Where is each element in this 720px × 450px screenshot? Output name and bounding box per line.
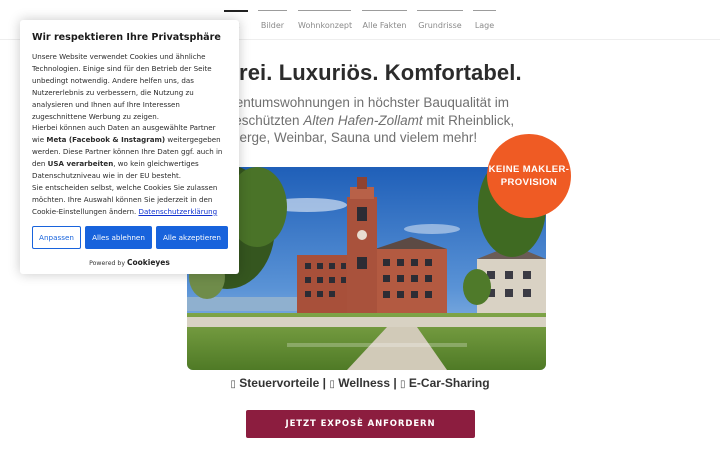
cookie-body: Unsere Website verwendet Cookies und ähn… xyxy=(32,51,227,218)
cookie-bold-text: Meta (Facebook & Instagram) xyxy=(46,135,166,145)
hero-subtext: e Eigentumswohnungen in höchster Bauqual… xyxy=(205,94,535,147)
cookie-paragraph: Unsere Website verwendet Cookies und ähn… xyxy=(32,52,212,121)
hero-subtext-segment: mit Rheinblick, xyxy=(422,112,515,128)
nav-tab-alle-fakten[interactable]: Alle Fakten xyxy=(362,10,407,34)
wellness-icon: ▯ xyxy=(329,379,335,390)
car-icon: ▯ xyxy=(400,379,406,390)
powered-by-label: Powered by xyxy=(89,260,125,267)
features-line: ▯ Steuervorteile | ▯ Wellness | ▯ E-Car-… xyxy=(0,376,720,390)
nav-tab-bilder[interactable]: Bilder xyxy=(258,10,287,34)
nav-tab-label: Bilder xyxy=(260,21,285,30)
cookie-bold-text: USA verarbeiten xyxy=(47,159,114,169)
nav-tab-label: Alle Fakten xyxy=(362,21,407,30)
no-commission-badge: KEINE MAKLER- PROVISION xyxy=(487,134,571,218)
accept-all-button[interactable]: Alle akzeptieren xyxy=(156,226,228,249)
hero-subtext-line: Concierge, Weinbar, Sauna und vielem meh… xyxy=(205,130,478,145)
nav-tab-wohnkonzept[interactable]: Wohnkonzept xyxy=(298,10,353,34)
nav-tab-label: Lage xyxy=(474,21,495,30)
hero-subtext-line: malgeschützten Alten Hafen-Zollamt mit R… xyxy=(205,112,535,130)
nav-tab-lage[interactable]: Lage xyxy=(473,10,496,34)
hero-subtext-emphasis: Alten Hafen-Zollamt xyxy=(303,112,423,128)
feature-separator: | xyxy=(319,376,330,390)
hero-subtext-line: e Eigentumswohnungen in höchster Bauqual… xyxy=(205,95,509,110)
badge-line: KEINE MAKLER- xyxy=(488,164,570,175)
cookie-title: Wir respektieren Ihre Privatsphäre xyxy=(32,32,221,43)
request-expose-button[interactable]: JETZT EXPOSÈ ANFORDERN xyxy=(246,410,475,438)
tax-icon: ▯ xyxy=(230,379,236,390)
powered-by: Powered by Cookieyes xyxy=(20,258,239,267)
customize-button[interactable]: Anpassen xyxy=(32,226,81,249)
cookieyes-logo: Cookieyes xyxy=(126,258,170,267)
cookie-buttons: Anpassen Alles ablehnen Alle akzeptieren xyxy=(32,226,228,249)
nav-tab-grundrisse[interactable]: Grundrisse xyxy=(417,10,463,34)
feature-steuervorteile: Steuervorteile xyxy=(239,376,320,390)
cookie-consent-banner: Wir respektieren Ihre Privatsphäre Unser… xyxy=(20,20,239,274)
feature-separator: | xyxy=(390,376,401,390)
badge-line: PROVISION xyxy=(500,177,558,188)
nav-tab-label: Wohnkonzept xyxy=(298,21,353,30)
feature-e-car-sharing: E-Car-Sharing xyxy=(408,376,490,390)
privacy-policy-link[interactable]: Datenschutzerklärung xyxy=(139,207,218,216)
nav-tab-label: Grundrisse xyxy=(418,21,462,30)
feature-wellness: Wellness xyxy=(338,376,391,390)
reject-all-button[interactable]: Alles ablehnen xyxy=(85,226,152,249)
